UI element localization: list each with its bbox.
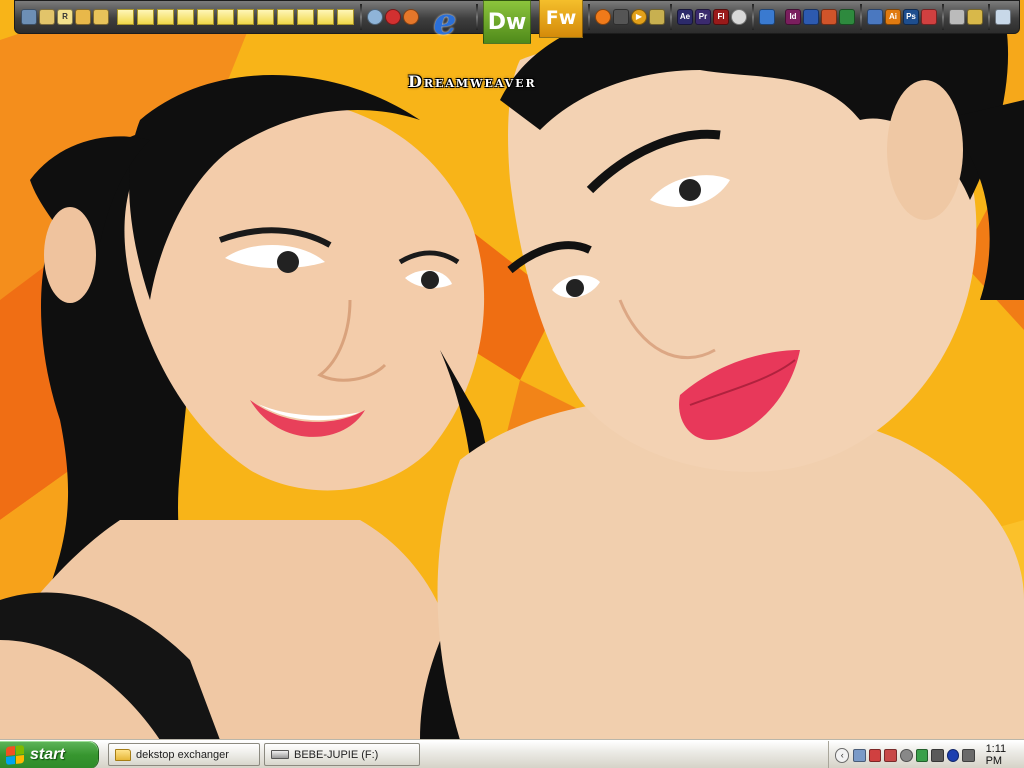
folder-icon [115, 748, 131, 761]
network-icon[interactable] [949, 9, 965, 25]
powerpoint-icon[interactable] [821, 9, 837, 25]
top-dock-toolbar: R e Dw Fw ▶ Ae Pr Fl Id Ai Ps [14, 0, 1020, 44]
network-icon[interactable] [853, 748, 866, 762]
notes-icon[interactable]: R [57, 9, 73, 25]
taskbar: start dekstop exchanger BEBE-JUPIE (F:) … [0, 740, 1024, 768]
bluetooth-icon[interactable] [946, 748, 960, 762]
adobe-main-group: Dw Fw [483, 0, 583, 44]
start-button[interactable]: start [0, 740, 98, 768]
after-effects-icon[interactable]: Ae [677, 9, 693, 25]
recycle-bin-icon[interactable] [995, 9, 1011, 25]
internet-explorer-icon[interactable]: e [425, 1, 465, 43]
folder-icon[interactable] [75, 9, 91, 25]
taskbar-button-folder[interactable]: dekstop exchanger [108, 743, 260, 766]
network-disconnected-icon[interactable] [884, 748, 897, 762]
photoshop-icon[interactable]: Ps [903, 9, 919, 25]
dock-separator [476, 4, 478, 30]
taskbar-button-label: dekstop exchanger [136, 748, 229, 761]
dock-slot[interactable] [137, 9, 154, 25]
dock-slot[interactable] [237, 9, 254, 25]
web-group: e [367, 1, 471, 43]
desktop-wallpaper [0, 0, 1024, 740]
word-icon[interactable] [803, 9, 819, 25]
dock-slot[interactable] [117, 9, 134, 25]
media-group: ▶ [595, 1, 665, 33]
quick-launch-group: R [21, 1, 355, 33]
system-tray: ‹ 1:11 PM [828, 741, 1024, 768]
system-group [949, 1, 983, 33]
media-orb-icon[interactable] [595, 9, 611, 25]
drive-icon [271, 750, 289, 759]
trash-group [995, 1, 1011, 33]
dock-slot[interactable] [177, 9, 194, 25]
safe-icon[interactable] [759, 9, 775, 25]
tray-expand-icon[interactable]: ‹ [835, 747, 850, 763]
monitor-icon[interactable] [962, 748, 975, 762]
dock-separator [752, 4, 754, 30]
dock-separator [942, 4, 944, 30]
adobe-tools-group: Ae Pr Fl [677, 1, 747, 33]
design-group: Ai Ps [867, 1, 937, 33]
indesign-icon[interactable]: Id [785, 9, 801, 25]
tools-icon[interactable] [649, 9, 665, 25]
taskbar-button-label: BEBE-JUPIE (F:) [294, 748, 379, 761]
dock-slot[interactable] [157, 9, 174, 25]
clock[interactable]: 1:11 PM [986, 743, 1024, 767]
illustrator-icon[interactable]: Ai [885, 9, 901, 25]
dock-hover-label: Dreamweaver [408, 72, 537, 91]
dock-separator [860, 4, 862, 30]
safely-remove-icon[interactable] [915, 748, 929, 762]
dock-slot[interactable] [257, 9, 274, 25]
folder-open-icon[interactable] [93, 9, 109, 25]
documents-icon[interactable] [39, 9, 55, 25]
settings-icon[interactable] [899, 748, 913, 762]
dock-slot[interactable] [317, 9, 334, 25]
dock-separator [670, 4, 672, 30]
network-disconnected-icon[interactable] [868, 748, 882, 762]
office-group: Id [759, 1, 855, 33]
flash-icon[interactable]: Fl [713, 9, 729, 25]
computer-icon[interactable] [21, 9, 37, 25]
dock-slot[interactable] [197, 9, 214, 25]
dreamweaver-icon[interactable]: Dw [483, 0, 531, 44]
pen-icon[interactable] [867, 9, 883, 25]
excel-icon[interactable] [839, 9, 855, 25]
dock-separator [360, 4, 362, 30]
messenger-icon[interactable] [385, 9, 401, 25]
dock-separator [988, 4, 990, 30]
taskbar-button-drive[interactable]: BEBE-JUPIE (F:) [264, 743, 420, 766]
colors-icon[interactable] [921, 9, 937, 25]
volume-icon[interactable] [931, 748, 944, 762]
dock-slot[interactable] [337, 9, 354, 25]
dock-slot[interactable] [277, 9, 294, 25]
dock-slot[interactable] [297, 9, 314, 25]
player-icon[interactable]: ▶ [631, 9, 647, 25]
tools-wrench-icon[interactable] [967, 9, 983, 25]
fireworks-icon[interactable]: Fw [539, 0, 583, 38]
network-globe-icon[interactable] [367, 9, 383, 25]
start-label: start [30, 745, 65, 763]
windows-logo-icon [6, 744, 24, 765]
dvd-icon[interactable] [731, 9, 747, 25]
firefox-icon[interactable] [403, 9, 419, 25]
premiere-icon[interactable]: Pr [695, 9, 711, 25]
film-icon[interactable] [613, 9, 629, 25]
dock-separator [588, 4, 590, 30]
dock-slot[interactable] [217, 9, 234, 25]
